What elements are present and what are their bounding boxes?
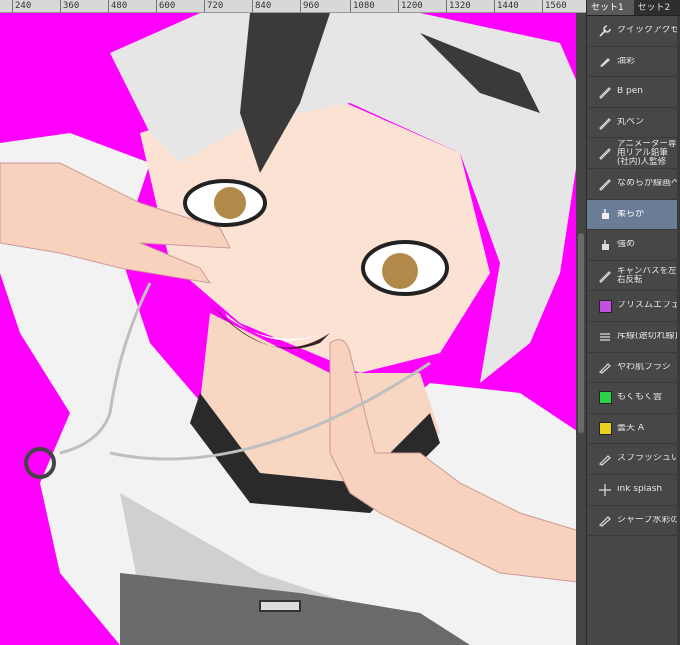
- tool-item[interactable]: B pen: [587, 77, 680, 108]
- tool-label: 柔らか: [617, 209, 645, 219]
- ruler-mark: 720: [204, 0, 223, 13]
- tool-label: 油彩: [617, 56, 636, 66]
- tab-set-1[interactable]: セット1: [587, 0, 634, 15]
- app-window: 240 360 480 600 720 840 960 1080 1200 13…: [0, 0, 680, 645]
- tool-item[interactable]: スプラッシュいんく: [587, 444, 680, 475]
- pen-icon: [597, 115, 613, 131]
- ruler-mark: 1080: [350, 0, 375, 13]
- prism-swatch-icon: [597, 298, 613, 314]
- ruler-mark: 1560: [542, 0, 567, 13]
- canvas-scroll-thumb[interactable]: [578, 233, 584, 433]
- tool-label: もくもく雲: [617, 393, 663, 403]
- tool-item[interactable]: 斥線(途切れ線): [587, 322, 680, 353]
- tool-item[interactable]: 強め: [587, 230, 680, 261]
- airbrush-icon: [597, 237, 613, 253]
- ruler-mark: 1320: [446, 0, 471, 13]
- tool-label: プリズムエフェクト_2: [617, 301, 680, 311]
- horizontal-ruler: 240 360 480 600 720 840 960 1080 1200 13…: [0, 0, 586, 13]
- splash-icon: [597, 451, 613, 467]
- tool-item[interactable]: クイックアクセス設定: [587, 16, 680, 47]
- tool-label: B pen: [617, 87, 643, 97]
- tool-item[interactable]: もくもく雲: [587, 383, 680, 414]
- tool-item-selected[interactable]: 柔らか: [587, 199, 680, 231]
- tool-item[interactable]: アニメーター専用リアル鉛筆 (社内)人監修: [587, 138, 680, 169]
- tool-item[interactable]: なめらか線画ペン: [587, 169, 680, 200]
- ruler-mark: 360: [60, 0, 79, 13]
- tool-item[interactable]: ink splash: [587, 475, 680, 506]
- ruler-mark: 600: [156, 0, 175, 13]
- ruler-mark: 1440: [494, 0, 519, 13]
- sub-tool-panel: セット1 セット2 クイックアクセス設定 油彩 B pen 丸ペン: [586, 0, 680, 645]
- pen-icon: [597, 268, 613, 284]
- brush-icon: [597, 359, 613, 375]
- tool-label: スプラッシュいんく: [617, 454, 680, 464]
- cloud-swatch-icon: [597, 421, 613, 437]
- tool-item[interactable]: シャープ水彩のばし: [587, 506, 680, 537]
- paint-brush-icon: [597, 53, 613, 69]
- tool-item[interactable]: 油彩: [587, 47, 680, 78]
- pen-icon: [597, 176, 613, 192]
- tool-label: シャープ水彩のばし: [617, 515, 680, 525]
- sub-tool-tabs: セット1 セット2: [587, 0, 680, 16]
- ruler-mark: 840: [252, 0, 271, 13]
- sub-tool-list: クイックアクセス設定 油彩 B pen 丸ペン アニメーター専用リアル鉛筆 (社…: [587, 16, 680, 537]
- pen-icon: [597, 84, 613, 100]
- ruler-mark: 480: [108, 0, 127, 13]
- tool-label: アニメーター専用リアル鉛筆 (社内)人監修: [617, 139, 677, 167]
- tool-label: 強め: [617, 240, 636, 250]
- brush-icon: [597, 512, 613, 528]
- tool-item[interactable]: 丸ペン: [587, 108, 680, 139]
- artwork-illustration: [0, 13, 586, 645]
- belt-buckle: [259, 600, 301, 612]
- ruler-mark: 240: [12, 0, 31, 13]
- sparkle-icon: [597, 482, 613, 498]
- tool-item[interactable]: やわ肌ブラシ: [587, 353, 680, 384]
- canvas-vertical-scrollbar[interactable]: [576, 13, 586, 645]
- tool-item[interactable]: 曇天 A: [587, 414, 680, 445]
- tool-label: 曇天 A: [617, 423, 645, 433]
- wrench-icon: [597, 23, 613, 39]
- tool-item[interactable]: キャンバスを左右反転: [587, 261, 680, 292]
- airbrush-icon: [597, 206, 613, 222]
- tool-item[interactable]: プリズムエフェクト_2: [587, 291, 680, 322]
- pencil-icon: [597, 145, 613, 161]
- tool-label: 斥線(途切れ線): [617, 332, 679, 342]
- tool-label: ink splash: [617, 484, 663, 494]
- ruler-mark: 960: [300, 0, 319, 13]
- tool-label: やわ肌ブラシ: [617, 362, 671, 372]
- lines-icon: [597, 329, 613, 345]
- tool-label: 丸ペン: [617, 117, 645, 127]
- tab-set-2[interactable]: セット2: [634, 0, 680, 15]
- canvas-area[interactable]: 240 360 480 600 720 840 960 1080 1200 13…: [0, 0, 586, 645]
- tool-label: なめらか線画ペン: [617, 179, 680, 189]
- tool-label: クイックアクセス設定: [617, 26, 680, 36]
- cloud-swatch-icon: [597, 390, 613, 406]
- tool-label: キャンバスを左右反転: [617, 266, 677, 285]
- ruler-mark: 1200: [398, 0, 423, 13]
